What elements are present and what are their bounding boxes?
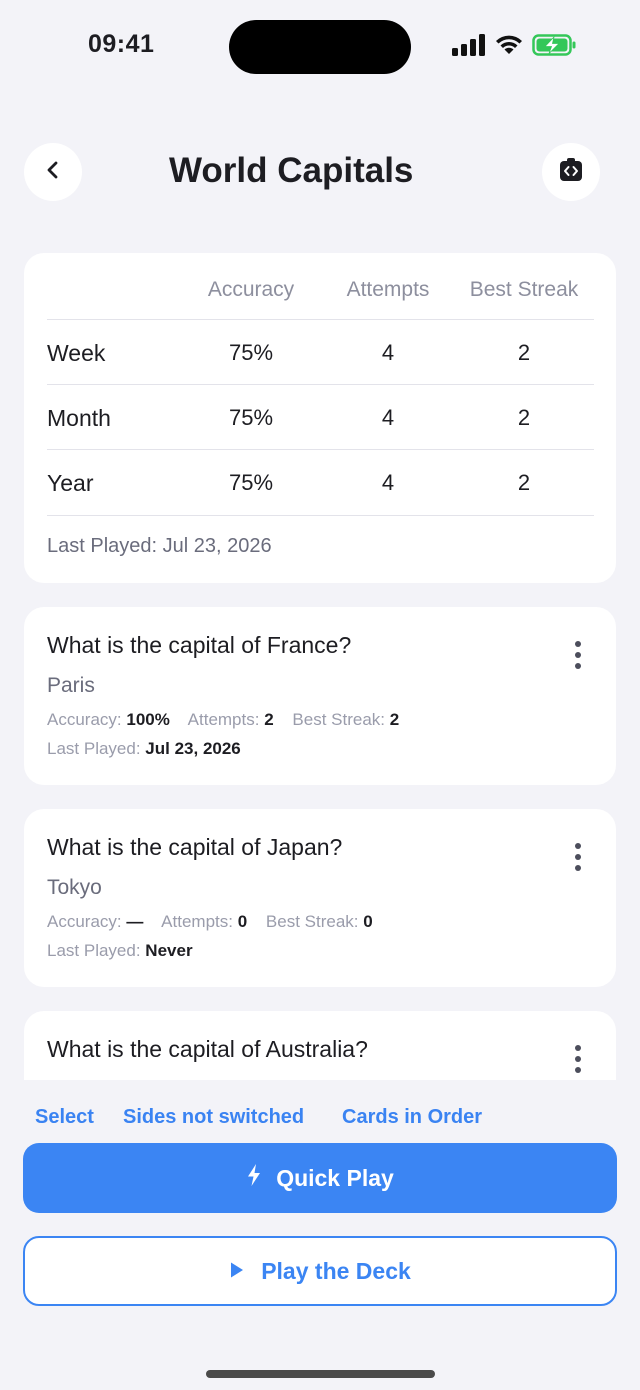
streak-value: 2: [389, 710, 400, 729]
card-stats: Accuracy: 100% Attempts: 2 Best Streak: …: [47, 710, 399, 730]
sides-toggle-button[interactable]: Sides not switched: [123, 1106, 304, 1129]
attempts-label: Attempts:: [161, 912, 233, 931]
card-answer: Tokyo: [47, 876, 102, 899]
best-streak-value: 2: [517, 470, 531, 495]
col-header-attempts: Attempts: [346, 278, 430, 301]
card-question: What is the capital of France?: [47, 632, 352, 658]
attempts-value: 2: [264, 710, 274, 729]
streak-label: Best Streak:: [265, 912, 359, 931]
kebab-menu-icon[interactable]: [566, 1043, 590, 1075]
attempts-value: 4: [381, 405, 395, 430]
card-question: What is the capital of Japan?: [47, 834, 343, 860]
play-icon: [229, 1258, 245, 1285]
select-button[interactable]: Select: [35, 1106, 94, 1129]
best-streak-value: 2: [517, 340, 531, 365]
accuracy-value: 100%: [126, 710, 170, 729]
streak-value: 0: [363, 912, 373, 931]
row-label: Month: [47, 405, 111, 431]
signal-icon: [452, 33, 486, 61]
accuracy-label: Accuracy:: [47, 912, 122, 931]
bolt-icon: [246, 1163, 262, 1193]
back-button[interactable]: [24, 143, 82, 201]
status-time: 09:41: [88, 30, 155, 58]
bottom-action-panel: Select Sides not switched Cards in Order…: [0, 1080, 640, 1390]
last-played-value: Never: [145, 941, 193, 960]
col-header-best-streak: Best Streak: [469, 278, 579, 301]
attempts-value: 4: [381, 470, 395, 495]
accuracy-label: Accuracy:: [47, 710, 122, 729]
accuracy-value: —: [126, 912, 144, 931]
flashcard-item[interactable]: What is the capital of Japan? Tokyo Accu…: [24, 809, 616, 987]
battery-charging-icon: [532, 33, 578, 62]
attempts-value: 4: [381, 340, 395, 365]
stats-last-played: Last Played: Jul 23, 2026: [47, 535, 272, 557]
card-last-played: Last Played: Jul 23, 2026: [47, 739, 241, 759]
col-header-accuracy: Accuracy: [207, 278, 295, 301]
play-deck-label: Play the Deck: [261, 1257, 411, 1284]
back-chevron-icon: [45, 160, 61, 185]
attempts-label: Attempts:: [187, 710, 260, 729]
dynamic-island: [229, 20, 411, 74]
accuracy-value: 75%: [228, 340, 274, 365]
share-icon: [558, 157, 584, 188]
accuracy-value: 75%: [228, 405, 274, 430]
attempts-value: 0: [237, 912, 248, 931]
accuracy-value: 75%: [228, 470, 274, 495]
stats-card: Accuracy Attempts Best Streak Week 75% 4…: [24, 253, 616, 583]
stats-row-month: Month 75% 4 2: [47, 384, 594, 449]
row-label: Year: [47, 470, 94, 496]
wifi-icon: [494, 34, 524, 61]
share-button[interactable]: [542, 143, 600, 201]
quick-play-label: Quick Play: [276, 1164, 394, 1191]
last-played-label: Last Played:: [47, 739, 141, 758]
header: World Capitals: [0, 143, 640, 201]
quick-play-button[interactable]: Quick Play: [23, 1143, 617, 1213]
stats-row-year: Year 75% 4 2: [47, 449, 594, 514]
card-order-button[interactable]: Cards in Order: [342, 1106, 482, 1129]
streak-label: Best Streak:: [292, 710, 386, 729]
card-stats: Accuracy: — Attempts: 0 Best Streak: 0: [47, 912, 373, 932]
best-streak-value: 2: [517, 405, 531, 430]
divider: [47, 515, 594, 516]
last-played-value: Jul 23, 2026: [145, 739, 241, 758]
flashcard-item[interactable]: What is the capital of France? Paris Acc…: [24, 607, 616, 785]
home-indicator: [206, 1370, 435, 1378]
card-question: What is the capital of Australia?: [47, 1036, 368, 1062]
card-last-played: Last Played: Never: [47, 941, 193, 961]
status-icons: [452, 33, 578, 62]
kebab-menu-icon[interactable]: [566, 841, 590, 873]
play-deck-button[interactable]: Play the Deck: [23, 1236, 617, 1306]
row-label: Week: [47, 340, 106, 366]
card-answer: Paris: [47, 674, 95, 697]
kebab-menu-icon[interactable]: [566, 639, 590, 671]
status-bar: 09:41: [0, 0, 640, 95]
stats-row-week: Week 75% 4 2: [47, 319, 594, 384]
page-title: World Capitals: [169, 151, 414, 190]
last-played-label: Last Played:: [47, 941, 141, 960]
